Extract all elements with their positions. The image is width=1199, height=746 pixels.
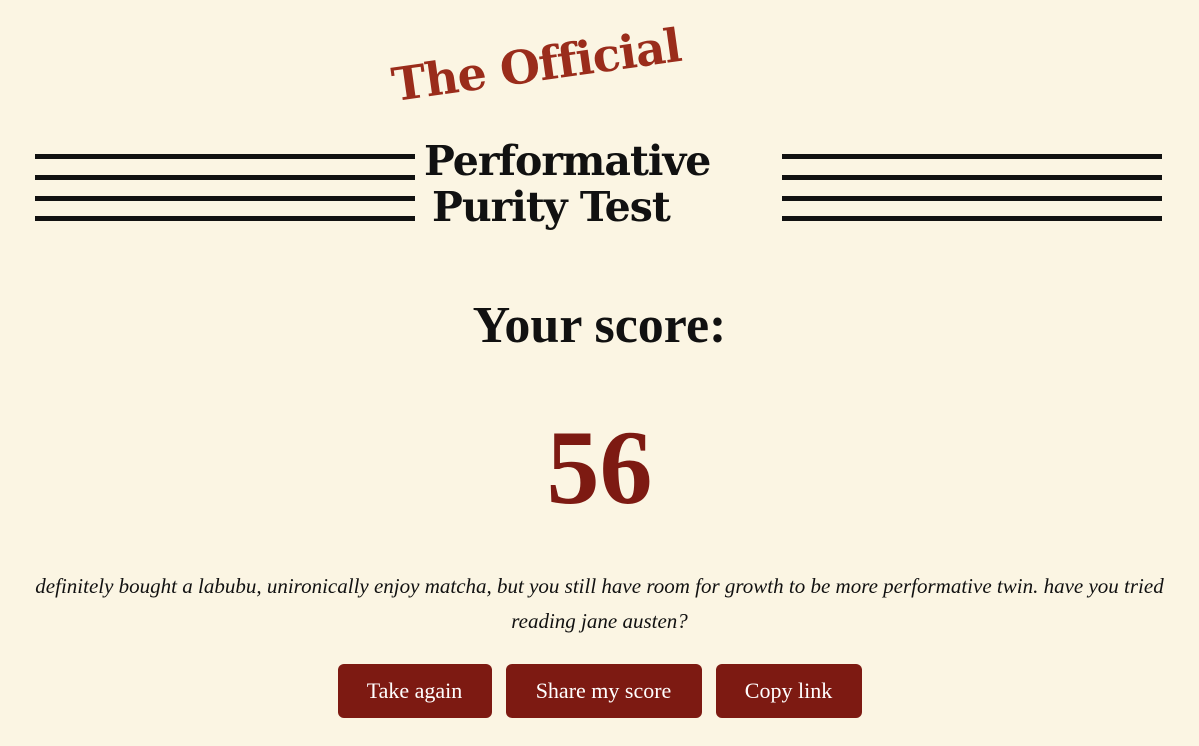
stripe [782,175,1162,180]
share-score-button[interactable]: Share my score [505,664,702,718]
stripe [35,175,415,180]
title-kicker: The Official [388,18,685,112]
site-title: Performative Purity Test [424,138,764,230]
copy-link-button[interactable]: Copy link [715,664,862,718]
stripe [35,216,415,221]
decorative-lines-right [782,154,1162,224]
score-message: definitely bought a labubu, unironically… [35,574,1164,633]
score-heading: Your score: [472,297,727,354]
decorative-lines-left [35,154,415,224]
site-title-line2: Purity Test [432,183,671,231]
action-buttons: Take again Share my score Copy link [0,664,1199,718]
stripe [35,154,415,159]
stripe [782,196,1162,201]
score-value: 56 [546,409,653,526]
site-header: The Official Performative Purity Test [0,0,1199,260]
stripe [782,216,1162,221]
stripe [35,196,415,201]
take-again-button[interactable]: Take again [337,664,492,718]
site-title-line1: Performative [424,137,711,185]
stripe [782,154,1162,159]
